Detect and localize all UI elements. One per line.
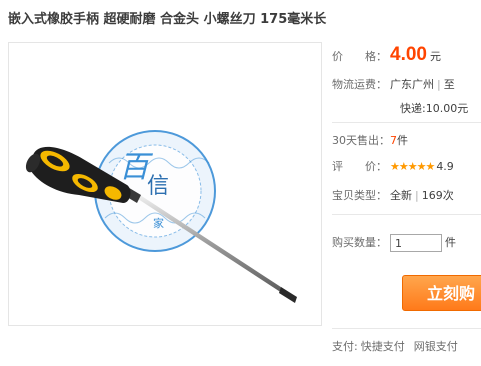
shipping-label: 物流运费： [332,78,387,91]
watermark-char-3: 家 [153,216,164,230]
screwdriver-image: 百 信 家 [25,130,297,303]
item-type-label: 宝贝类型： [332,189,387,202]
quantity-label: 购买数量： [332,236,387,249]
product-title: 嵌入式橡胶手柄 超硬耐磨 合金头 小螺丝刀 175毫米长 [8,12,327,27]
item-type-row: 宝贝类型： 全新 | 169次 [332,187,454,203]
shipping-fee: 快递:10.00元 [400,102,469,115]
item-condition: 全新 [390,189,412,202]
divider [332,214,481,215]
item-views: 169次 [421,189,454,202]
sold-label: 30天售出： [332,134,390,147]
quantity-row: 购买数量： 1 件 [332,234,456,252]
payment-row: 支付: 快捷支付 网银支付 [332,338,458,354]
item-type-separator: | [415,189,419,202]
payment-option-bank[interactable]: 网银支付 [414,340,458,353]
star-icon: ★★★★★ [390,160,435,173]
watermark-char-2: 信 [147,174,169,199]
rating-label: 评 价： [332,160,387,173]
sold-row: 30天售出：7件 [332,132,408,148]
shipping-destination-select[interactable]: 至 [444,78,455,91]
shipping-row: 物流运费： 广东广州 | 至 [332,76,455,92]
price-unit: 元 [429,50,441,63]
shipping-origin: 广东广州 [390,78,434,91]
quantity-unit: 件 [445,236,456,249]
price-label: 价 格： [332,50,387,63]
sold-unit: 件 [397,134,408,147]
buy-now-button[interactable]: 立刻购 [402,275,481,311]
price-row: 价 格： 4.00 元 [332,44,441,66]
rating-row[interactable]: 评 价： ★★★★★ 4.9 [332,158,454,174]
divider [332,122,481,123]
price-value: 4.00 [390,44,427,65]
product-image[interactable]: 百 信 家 [8,42,322,326]
quantity-input[interactable]: 1 [390,234,442,252]
rating-score: 4.9 [436,160,454,173]
sold-count: 7 [390,134,397,147]
payment-label: 支付: [332,340,358,353]
divider [332,328,481,329]
shipping-separator: | [437,78,441,91]
payment-option-quick[interactable]: 快捷支付 [361,340,405,353]
